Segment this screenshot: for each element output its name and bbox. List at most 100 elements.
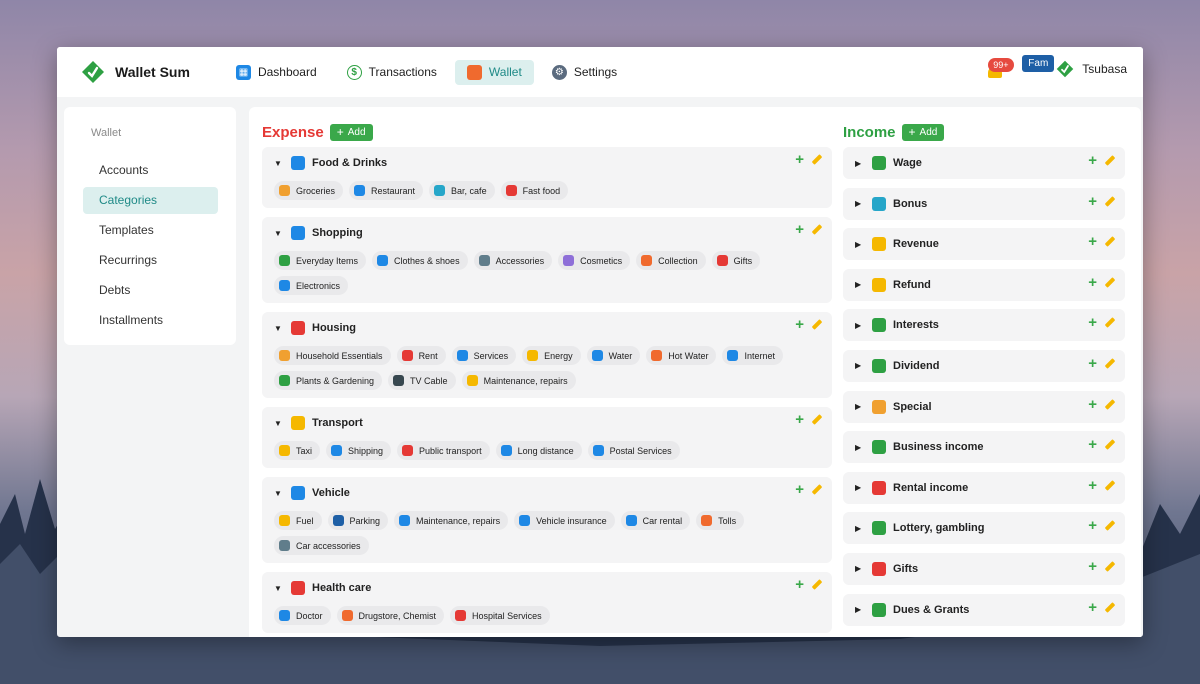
add-subcategory-button[interactable]: + xyxy=(795,317,804,332)
subcategory-chip[interactable]: Groceries xyxy=(274,181,344,200)
subcategory-chip[interactable]: Bar, cafe xyxy=(429,181,495,200)
subcategory-chip[interactable]: Tolls xyxy=(696,511,745,530)
caret-down-icon[interactable]: ▼ xyxy=(274,584,282,593)
subcategory-chip[interactable]: Energy xyxy=(522,346,581,365)
notifications-button[interactable]: 99+ xyxy=(986,57,1014,81)
income-category-card[interactable]: ▶ Revenue + xyxy=(843,228,1125,261)
subcategory-chip[interactable]: Doctor xyxy=(274,606,331,625)
add-subcategory-button[interactable]: + xyxy=(795,152,804,167)
sidebar-item-recurrings[interactable]: Recurrings xyxy=(83,247,218,274)
caret-down-icon[interactable]: ▼ xyxy=(274,419,282,428)
edit-pencil-icon[interactable] xyxy=(1105,156,1115,166)
nav-settings[interactable]: ⚙ Settings xyxy=(540,60,629,85)
income-category-card[interactable]: ▶ Dues & Grants + xyxy=(843,593,1125,626)
edit-pencil-icon[interactable] xyxy=(812,225,822,235)
category-header[interactable]: ▼ Vehicle xyxy=(274,485,820,501)
add-subcategory-button[interactable]: + xyxy=(795,222,804,237)
sidebar-item-debts[interactable]: Debts xyxy=(83,277,218,304)
add-subcategory-button[interactable]: + xyxy=(1088,194,1097,209)
caret-down-icon[interactable]: ▼ xyxy=(274,324,282,333)
nav-transactions[interactable]: $ Transactions xyxy=(335,60,449,85)
caret-right-icon[interactable]: ▶ xyxy=(855,443,863,452)
subcategory-chip[interactable]: Electronics xyxy=(274,276,349,295)
add-income-category-button[interactable]: + Add xyxy=(901,123,945,141)
edit-pencil-icon[interactable] xyxy=(1105,481,1115,491)
subcategory-chip[interactable]: Fast food xyxy=(500,181,569,200)
subcategory-chip[interactable]: Restaurant xyxy=(349,181,424,200)
income-category-card[interactable]: ▶ Rental income + xyxy=(843,471,1125,504)
subcategory-chip[interactable]: Household Essentials xyxy=(274,346,391,365)
subcategory-chip[interactable]: Vehicle insurance xyxy=(514,511,615,530)
username[interactable]: Tsubasa xyxy=(1082,62,1127,76)
subcategory-chip[interactable]: Water xyxy=(586,346,641,365)
user-avatar-icon[interactable] xyxy=(1056,60,1074,78)
income-category-card[interactable]: ▶ Bonus + xyxy=(843,187,1125,220)
caret-down-icon[interactable]: ▼ xyxy=(274,159,282,168)
subcategory-chip[interactable]: Collection xyxy=(636,251,706,270)
subcategory-chip[interactable]: Drugstore, Chemist xyxy=(336,606,445,625)
nav-dashboard[interactable]: ▦ Dashboard xyxy=(224,60,329,85)
caret-right-icon[interactable]: ▶ xyxy=(855,321,863,330)
caret-down-icon[interactable]: ▼ xyxy=(274,229,282,238)
nav-wallet[interactable]: Wallet xyxy=(454,59,534,85)
add-subcategory-button[interactable]: + xyxy=(795,412,804,427)
add-subcategory-button[interactable]: + xyxy=(1088,397,1097,412)
edit-pencil-icon[interactable] xyxy=(1105,603,1115,613)
add-subcategory-button[interactable]: + xyxy=(1088,153,1097,168)
income-category-card[interactable]: ▶ Lottery, gambling + xyxy=(843,512,1125,545)
edit-pencil-icon[interactable] xyxy=(812,320,822,330)
subcategory-chip[interactable]: Long distance xyxy=(495,441,582,460)
add-expense-category-button[interactable]: + Add xyxy=(329,123,373,141)
caret-right-icon[interactable]: ▶ xyxy=(855,159,863,168)
income-category-card[interactable]: ▶ Special + xyxy=(843,390,1125,423)
caret-right-icon[interactable]: ▶ xyxy=(855,280,863,289)
subcategory-chip[interactable]: Parking xyxy=(327,511,389,530)
subcategory-chip[interactable]: Maintenance, repairs xyxy=(394,511,509,530)
category-header[interactable]: ▼ Health care xyxy=(274,580,820,596)
sidebar-item-installments[interactable]: Installments xyxy=(83,307,218,334)
income-category-card[interactable]: ▶ Wage + xyxy=(843,147,1125,179)
add-subcategory-button[interactable]: + xyxy=(1088,600,1097,615)
subcategory-chip[interactable]: Taxi xyxy=(274,441,321,460)
caret-right-icon[interactable]: ▶ xyxy=(855,605,863,614)
category-header[interactable]: ▼ Housing xyxy=(274,320,820,336)
edit-pencil-icon[interactable] xyxy=(1105,521,1115,531)
caret-right-icon[interactable]: ▶ xyxy=(855,524,863,533)
subcategory-chip[interactable]: Gifts xyxy=(711,251,761,270)
app-logo[interactable]: Wallet Sum xyxy=(81,60,190,84)
subcategory-chip[interactable]: Postal Services xyxy=(587,441,680,460)
subcategory-chip[interactable]: Hot Water xyxy=(646,346,717,365)
add-subcategory-button[interactable]: + xyxy=(1088,315,1097,330)
subcategory-chip[interactable]: Services xyxy=(451,346,517,365)
edit-pencil-icon[interactable] xyxy=(812,415,822,425)
subcategory-chip[interactable]: Public transport xyxy=(397,441,490,460)
caret-right-icon[interactable]: ▶ xyxy=(855,402,863,411)
sidebar-item-templates[interactable]: Templates xyxy=(83,217,218,244)
subcategory-chip[interactable]: Shipping xyxy=(326,441,392,460)
subcategory-chip[interactable]: Plants & Gardening xyxy=(274,371,383,390)
group-badge[interactable]: Fam xyxy=(1022,54,1055,72)
caret-right-icon[interactable]: ▶ xyxy=(855,361,863,370)
subcategory-chip[interactable]: Maintenance, repairs xyxy=(461,371,576,390)
caret-down-icon[interactable]: ▼ xyxy=(274,489,282,498)
edit-pencil-icon[interactable] xyxy=(1105,400,1115,410)
edit-pencil-icon[interactable] xyxy=(1105,359,1115,369)
add-subcategory-button[interactable]: + xyxy=(1088,356,1097,371)
add-subcategory-button[interactable]: + xyxy=(1088,478,1097,493)
edit-pencil-icon[interactable] xyxy=(812,580,822,590)
caret-right-icon[interactable]: ▶ xyxy=(855,564,863,573)
income-category-card[interactable]: ▶ Interests + xyxy=(843,309,1125,342)
subcategory-chip[interactable]: Accessories xyxy=(473,251,553,270)
add-subcategory-button[interactable]: + xyxy=(795,577,804,592)
subcategory-chip[interactable]: Clothes & shoes xyxy=(372,251,468,270)
add-subcategory-button[interactable]: + xyxy=(1088,275,1097,290)
edit-pencil-icon[interactable] xyxy=(1105,278,1115,288)
sidebar-item-accounts[interactable]: Accounts xyxy=(83,157,218,184)
category-header[interactable]: ▼ Food & Drinks xyxy=(274,155,820,171)
subcategory-chip[interactable]: Internet xyxy=(722,346,784,365)
subcategory-chip[interactable]: Everyday Items xyxy=(274,251,367,270)
sidebar-item-categories[interactable]: Categories xyxy=(83,187,218,214)
add-subcategory-button[interactable]: + xyxy=(795,482,804,497)
subcategory-chip[interactable]: Cosmetics xyxy=(558,251,631,270)
caret-right-icon[interactable]: ▶ xyxy=(855,483,863,492)
